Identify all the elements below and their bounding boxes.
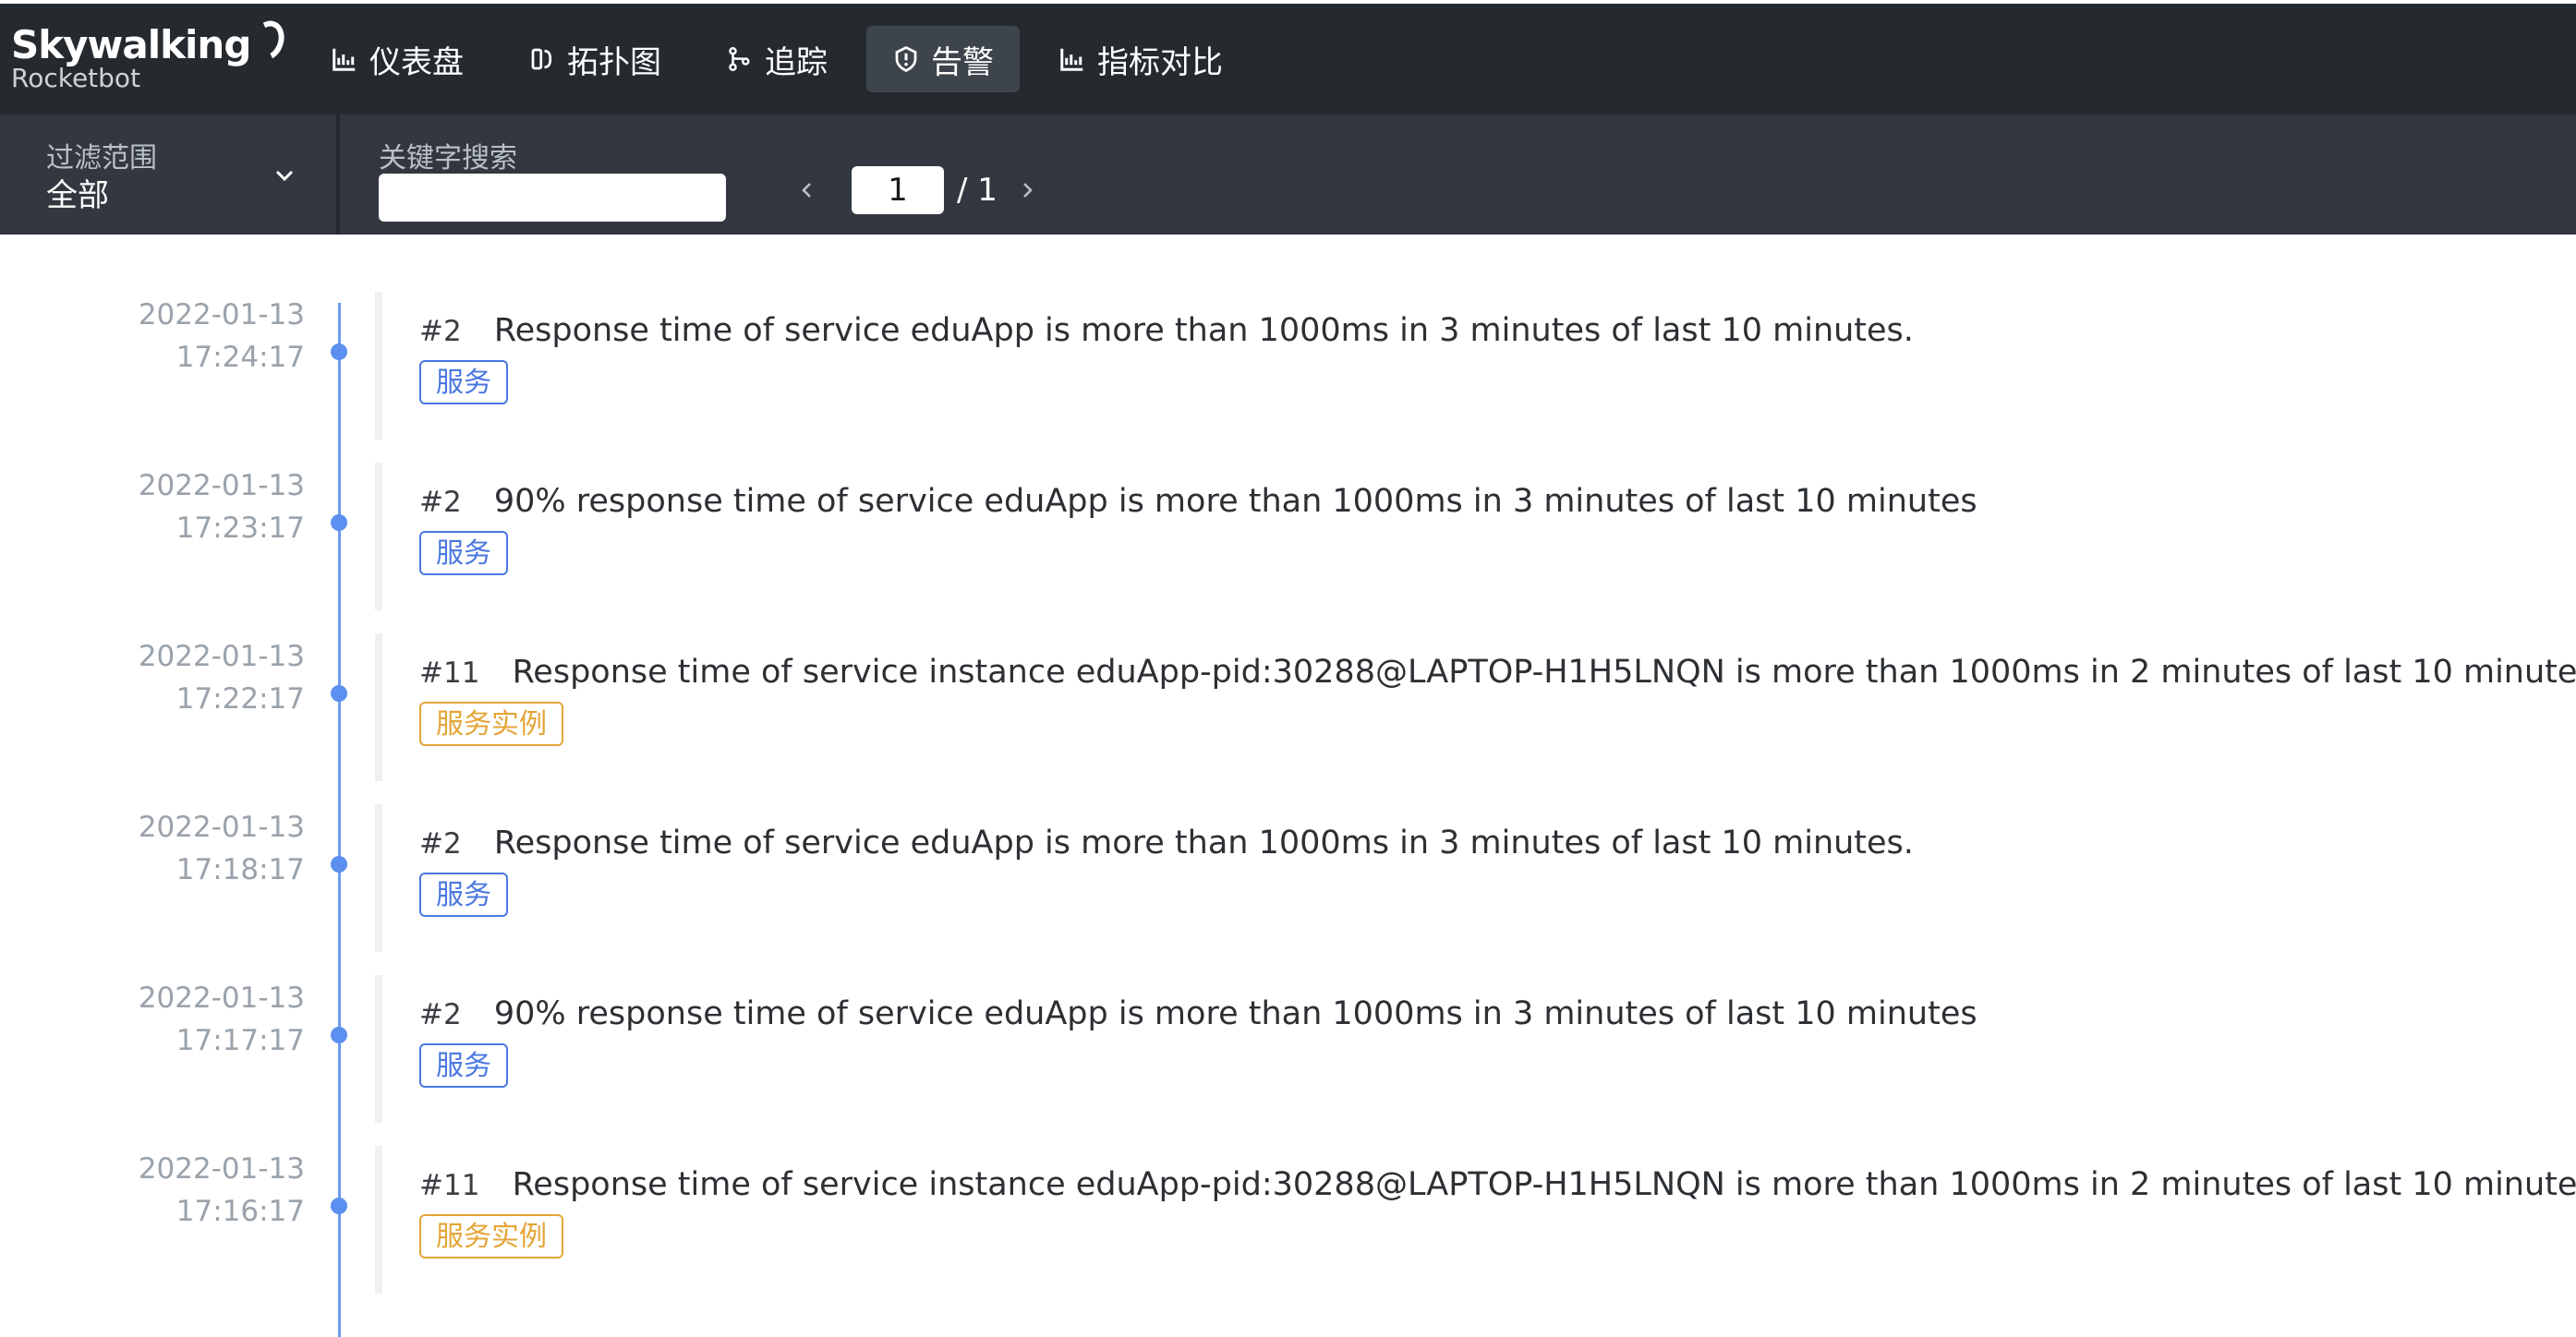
alarm-id: #2 bbox=[419, 486, 462, 519]
alarm-time: 17:24:17 bbox=[175, 341, 305, 374]
alarm-date: 2022-01-13 bbox=[138, 640, 305, 673]
timeline-dot bbox=[331, 514, 347, 531]
alarm-id: #11 bbox=[419, 656, 480, 690]
alarm-message-row: #2 Response time of service eduApp is mo… bbox=[419, 825, 2499, 861]
top-navbar: Skywalking Rocketbot 仪表盘 拓扑图 追踪 告警 指标对比 bbox=[0, 0, 2576, 114]
alarm-timestamp: 2022-01-13 17:24:17 bbox=[92, 294, 305, 379]
alarm-id: #2 bbox=[419, 827, 462, 861]
skywalking-logo[interactable]: Skywalking Rocketbot bbox=[11, 16, 290, 93]
page-number-input[interactable] bbox=[852, 166, 944, 214]
alarm-message-row: #11 Response time of service instance ed… bbox=[419, 1166, 2576, 1203]
alarm-time: 17:23:17 bbox=[175, 512, 305, 545]
alarm-timeline: 2022-01-13 17:24:17 #2 Response time of … bbox=[0, 235, 2576, 1337]
scope-tag-service: 服务 bbox=[419, 360, 508, 404]
logo-title: Skywalking bbox=[11, 22, 251, 67]
dashboard-chart-icon bbox=[331, 45, 358, 73]
alarm-message-row: #2 Response time of service eduApp is mo… bbox=[419, 312, 2499, 349]
alarm-item[interactable]: 2022-01-13 17:24:17 #2 Response time of … bbox=[0, 292, 2576, 440]
alarm-item[interactable]: 2022-01-13 17:23:17 #2 90% response time… bbox=[0, 463, 2576, 610]
main-nav: 仪表盘 拓扑图 追踪 告警 指标对比 bbox=[305, 26, 1249, 92]
timeline-dot bbox=[331, 1027, 347, 1043]
nav-label: 指标对比 bbox=[1097, 43, 1223, 81]
nav-item-topology[interactable]: 拓扑图 bbox=[502, 26, 687, 92]
scope-tag-instance: 服务实例 bbox=[419, 1214, 563, 1259]
alarm-item[interactable]: 2022-01-13 17:22:17 #11 Response time of… bbox=[0, 633, 2576, 781]
logo-subtitle: Rocketbot bbox=[11, 63, 141, 93]
alarm-message: Response time of service eduApp is more … bbox=[493, 825, 1914, 861]
scope-tag-service: 服务 bbox=[419, 873, 508, 917]
alarm-id: #2 bbox=[419, 315, 462, 348]
search-label: 关键字搜索 bbox=[379, 142, 517, 175]
alarm-message-row: #2 90% response time of service eduApp i… bbox=[419, 483, 2499, 520]
alarm-date: 2022-01-13 bbox=[138, 811, 305, 844]
keyword-search-input[interactable] bbox=[379, 174, 726, 222]
timeline-dot bbox=[331, 343, 347, 360]
alarm-message: Response time of service instance eduApp… bbox=[512, 654, 2576, 691]
timeline-dot bbox=[331, 856, 347, 873]
scope-select[interactable]: 过滤范围 全部 bbox=[0, 114, 340, 235]
alarm-timestamp: 2022-01-13 17:16:17 bbox=[92, 1148, 305, 1233]
topology-icon bbox=[528, 45, 556, 73]
next-page-button[interactable] bbox=[1010, 174, 1044, 207]
alarm-id: #2 bbox=[419, 998, 462, 1031]
alarm-card: #2 90% response time of service eduApp i… bbox=[375, 463, 2499, 610]
alarm-message: Response time of service instance eduApp… bbox=[512, 1166, 2576, 1203]
alarm-date: 2022-01-13 bbox=[138, 469, 305, 502]
scope-tag-service: 服务 bbox=[419, 531, 508, 575]
alarm-timestamp: 2022-01-13 17:18:17 bbox=[92, 806, 305, 891]
nav-item-metric-compare[interactable]: 指标对比 bbox=[1033, 26, 1249, 92]
prev-page-button[interactable] bbox=[791, 174, 824, 207]
chevron-right-icon bbox=[1022, 183, 1033, 198]
nav-label: 拓扑图 bbox=[567, 43, 661, 81]
alarm-time: 17:17:17 bbox=[175, 1024, 305, 1057]
alarm-timestamp: 2022-01-13 17:23:17 bbox=[92, 464, 305, 549]
timeline-dot bbox=[331, 685, 347, 702]
alarm-message-row: #11 Response time of service instance ed… bbox=[419, 654, 2576, 691]
nav-item-alarm[interactable]: 告警 bbox=[866, 26, 1020, 92]
alarm-card: #2 Response time of service eduApp is mo… bbox=[375, 292, 2499, 440]
alarm-message: Response time of service eduApp is more … bbox=[493, 312, 1914, 349]
alarm-time: 17:22:17 bbox=[175, 682, 305, 716]
page-total: / 1 bbox=[957, 172, 998, 209]
alarm-message: 90% response time of service eduApp is m… bbox=[493, 483, 1977, 520]
trace-branch-icon bbox=[726, 45, 754, 73]
nav-item-dashboard[interactable]: 仪表盘 bbox=[305, 26, 490, 92]
filter-toolbar: 过滤范围 全部 关键字搜索 / 1 bbox=[0, 114, 2576, 235]
alarm-item[interactable]: 2022-01-13 17:16:17 #11 Response time of… bbox=[0, 1146, 2576, 1294]
alarm-item[interactable]: 2022-01-13 17:18:17 #2 Response time of … bbox=[0, 804, 2576, 952]
chevron-left-icon bbox=[802, 183, 811, 198]
alarm-shield-icon bbox=[892, 45, 920, 73]
alarm-card: #11 Response time of service instance ed… bbox=[375, 633, 2576, 781]
alarm-time: 17:18:17 bbox=[175, 853, 305, 886]
alarm-time: 17:16:17 bbox=[175, 1195, 305, 1228]
alarm-id: #11 bbox=[419, 1169, 480, 1202]
alarm-timestamp: 2022-01-13 17:22:17 bbox=[92, 635, 305, 720]
nav-item-trace[interactable]: 追踪 bbox=[700, 26, 853, 92]
alarm-card: #2 90% response time of service eduApp i… bbox=[375, 975, 2499, 1123]
scope-value: 全部 bbox=[46, 177, 109, 214]
pagination: / 1 bbox=[791, 166, 1044, 214]
alarm-card: #11 Response time of service instance ed… bbox=[375, 1146, 2576, 1294]
nav-label: 仪表盘 bbox=[369, 43, 464, 81]
nav-label: 追踪 bbox=[765, 43, 828, 81]
alarm-message: 90% response time of service eduApp is m… bbox=[493, 995, 1977, 1032]
alarm-date: 2022-01-13 bbox=[138, 1152, 305, 1186]
nav-label: 告警 bbox=[931, 43, 994, 81]
alarm-card: #2 Response time of service eduApp is mo… bbox=[375, 804, 2499, 952]
timeline-dot bbox=[331, 1198, 347, 1214]
alarm-date: 2022-01-13 bbox=[138, 982, 305, 1015]
alarm-timestamp: 2022-01-13 17:17:17 bbox=[92, 977, 305, 1062]
metric-compare-chart-icon bbox=[1058, 45, 1086, 73]
chevron-down-icon[interactable] bbox=[273, 164, 296, 187]
logo-arc-icon bbox=[246, 16, 290, 66]
scope-tag-service: 服务 bbox=[419, 1043, 508, 1088]
scope-tag-instance: 服务实例 bbox=[419, 702, 563, 746]
alarm-date: 2022-01-13 bbox=[138, 298, 305, 331]
alarm-item[interactable]: 2022-01-13 17:17:17 #2 90% response time… bbox=[0, 975, 2576, 1123]
alarm-message-row: #2 90% response time of service eduApp i… bbox=[419, 995, 2499, 1032]
